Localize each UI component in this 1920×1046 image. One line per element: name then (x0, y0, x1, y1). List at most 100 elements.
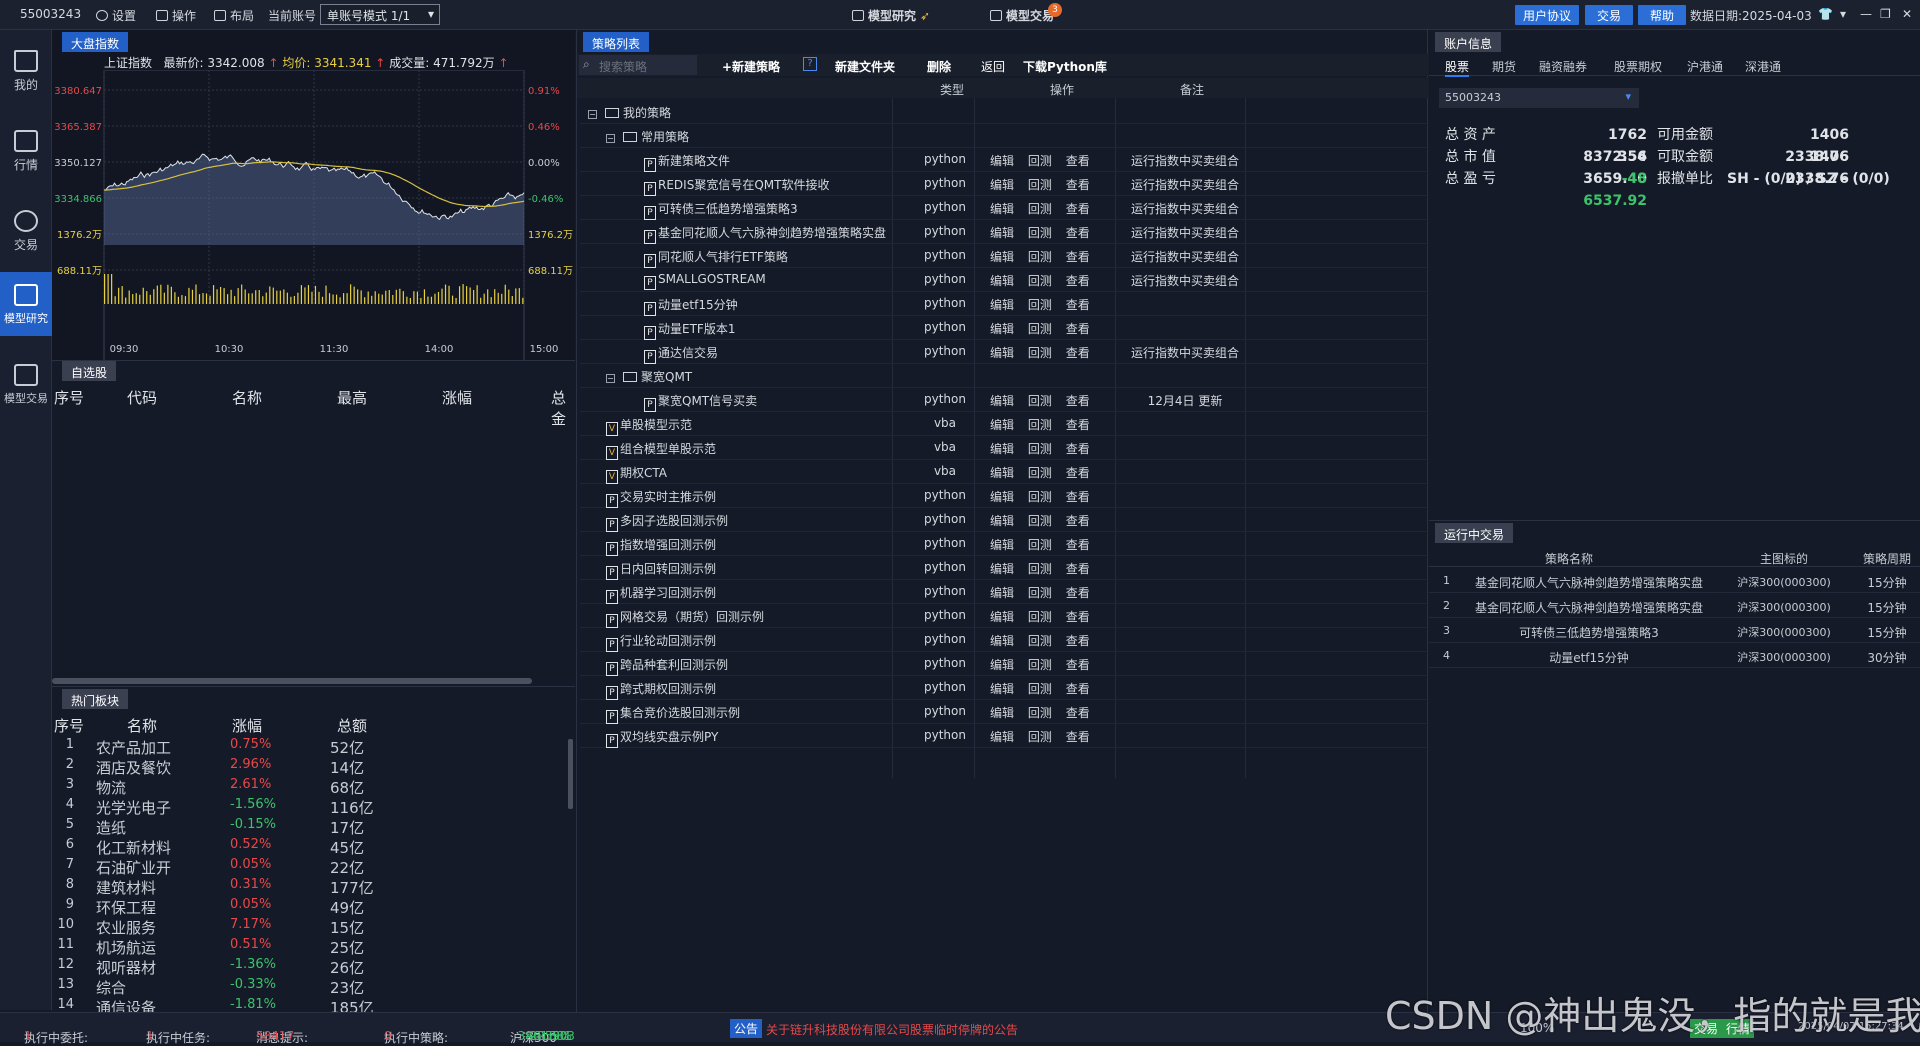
tab-watchlist[interactable]: 自选股 (62, 361, 117, 381)
view-button[interactable]: 查看 (1066, 730, 1090, 744)
hot-sector-row[interactable]: 7 石油矿业开 0.05% 22亿 (52, 857, 572, 877)
edit-button[interactable]: 编辑 (990, 346, 1014, 360)
strategy-row[interactable]: P 网格交易（期货）回测示例 python 编辑 回测 查看 (580, 604, 1430, 628)
running-trade-row[interactable]: 1 基金同花顺人气六脉神剑趋势增强策略实盘 沪深300(000300) 15分钟 (1429, 569, 1920, 593)
sidebar-item-trade[interactable]: 交易 (0, 198, 52, 262)
strategy-row[interactable]: P SMALLGOSTREAM python 编辑 回测 查看 运行指数中买卖组合 (580, 268, 1430, 292)
backtest-button[interactable]: 回测 (1028, 250, 1052, 264)
col-high[interactable]: 最高 (337, 387, 367, 408)
view-button[interactable]: 查看 (1066, 202, 1090, 216)
hot-sector-row[interactable]: 14 通信设备 -1.81% 185亿 (52, 997, 572, 1012)
strategy-row[interactable]: P 动量ETF版本1 python 编辑 回测 查看 (580, 316, 1430, 340)
strategy-row[interactable]: P 基金同花顺人气六脉神剑趋势增强策略实盘 python 编辑 回测 查看 运行指数中买… (580, 220, 1430, 244)
edit-button[interactable]: 编辑 (990, 394, 1014, 408)
backtest-button[interactable]: 回测 (1028, 226, 1052, 240)
help-button[interactable]: 帮助 (1638, 5, 1687, 25)
strategy-row[interactable]: P 动量etf15分钟 python 编辑 回测 查看 (580, 292, 1430, 316)
hot-sector-row[interactable]: 9 环保工程 0.05% 49亿 (52, 897, 572, 917)
edit-button[interactable]: 编辑 (990, 682, 1014, 696)
tab-index[interactable]: 大盘指数 (62, 32, 129, 52)
strategy-row[interactable]: P 日内回转回测示例 python 编辑 回测 查看 (580, 556, 1430, 580)
model-research-tab[interactable]: 模型研究 ➶ (852, 7, 930, 24)
backtest-button[interactable]: 回测 (1028, 346, 1052, 360)
edit-button[interactable]: 编辑 (990, 634, 1014, 648)
view-button[interactable]: 查看 (1066, 154, 1090, 168)
col-amount[interactable]: 总金 (551, 387, 575, 429)
sidebar-item-model-trade[interactable]: 模型交易 (0, 352, 52, 416)
help-icon[interactable]: ? (803, 57, 817, 71)
view-button[interactable]: 查看 (1066, 178, 1090, 192)
download-python-button[interactable]: 下载Python库 (1023, 58, 1107, 75)
backtest-button[interactable]: 回测 (1028, 706, 1052, 720)
edit-button[interactable]: 编辑 (990, 274, 1014, 288)
view-button[interactable]: 查看 (1066, 274, 1090, 288)
running-trade-row[interactable]: 4 动量etf15分钟 沪深300(000300) 30分钟 (1429, 644, 1920, 668)
view-button[interactable]: 查看 (1066, 538, 1090, 552)
view-button[interactable]: 查看 (1066, 418, 1090, 432)
strategy-folder[interactable]: − 我的策略 (580, 100, 1430, 124)
edit-button[interactable]: 编辑 (990, 514, 1014, 528)
maximize-icon[interactable]: ❐ (1880, 7, 1891, 21)
backtest-button[interactable]: 回测 (1028, 442, 1052, 456)
edit-button[interactable]: 编辑 (990, 226, 1014, 240)
edit-button[interactable]: 编辑 (990, 490, 1014, 504)
search-input[interactable]: ⌕ 搜索策略 (579, 55, 697, 75)
hot-sector-row[interactable]: 12 视听器材 -1.36% 26亿 (52, 957, 572, 977)
strategy-row[interactable]: P 集合竞价选股回测示例 python 编辑 回测 查看 (580, 700, 1430, 724)
hot-sector-row[interactable]: 8 建筑材料 0.31% 177亿 (52, 877, 572, 897)
col-no[interactable]: 序号 (54, 387, 84, 408)
strategy-row[interactable]: P 跨品种套利回测示例 python 编辑 回测 查看 (580, 652, 1430, 676)
view-button[interactable]: 查看 (1066, 250, 1090, 264)
sidebar-item-model-research[interactable]: 模型研究 (0, 272, 52, 336)
view-button[interactable]: 查看 (1066, 226, 1090, 240)
back-button[interactable]: 返回 (981, 58, 1005, 75)
edit-button[interactable]: 编辑 (990, 538, 1014, 552)
backtest-button[interactable]: 回测 (1028, 274, 1052, 288)
new-folder-button[interactable]: 新建文件夹 (835, 58, 895, 75)
view-button[interactable]: 查看 (1066, 346, 1090, 360)
backtest-button[interactable]: 回测 (1028, 490, 1052, 504)
collapse-toggle-icon[interactable]: − (606, 134, 615, 143)
view-button[interactable]: 查看 (1066, 322, 1090, 336)
view-button[interactable]: 查看 (1066, 610, 1090, 624)
edit-button[interactable]: 编辑 (990, 298, 1014, 312)
subtab-futures[interactable]: 期货 (1492, 58, 1516, 75)
backtest-button[interactable]: 回测 (1028, 682, 1052, 696)
view-button[interactable]: 查看 (1066, 682, 1090, 696)
strategy-row[interactable]: P 新建策略文件 python 编辑 回测 查看 运行指数中买卖组合 (580, 148, 1430, 172)
horizontal-scrollbar[interactable] (52, 678, 532, 684)
shirt-icon[interactable]: 👕 (1818, 7, 1833, 21)
backtest-button[interactable]: 回测 (1028, 298, 1052, 312)
view-button[interactable]: 查看 (1066, 442, 1090, 456)
tab-account-info[interactable]: 账户信息 (1435, 32, 1502, 52)
edit-button[interactable]: 编辑 (990, 322, 1014, 336)
edit-button[interactable]: 编辑 (990, 658, 1014, 672)
strategy-row[interactable]: P 指数增强回测示例 python 编辑 回测 查看 (580, 532, 1430, 556)
backtest-button[interactable]: 回测 (1028, 202, 1052, 216)
col-name[interactable]: 名称 (232, 387, 262, 408)
view-button[interactable]: 查看 (1066, 658, 1090, 672)
hot-sector-row[interactable]: 5 造纸 -0.15% 17亿 (52, 817, 572, 837)
strategy-row[interactable]: P 同花顺人气排行ETF策略 python 编辑 回测 查看 运行指数中买卖组合 (580, 244, 1430, 268)
edit-button[interactable]: 编辑 (990, 178, 1014, 192)
operation-menu[interactable]: 操作 (156, 7, 196, 24)
account-mode-select[interactable]: 单账号模式 1/1 ▾ (320, 4, 440, 25)
layout-menu[interactable]: 布局 (214, 7, 254, 24)
hot-sector-row[interactable]: 13 综合 -0.33% 23亿 (52, 977, 572, 997)
edit-button[interactable]: 编辑 (990, 610, 1014, 624)
backtest-button[interactable]: 回测 (1028, 562, 1052, 576)
edit-button[interactable]: 编辑 (990, 466, 1014, 480)
running-trade-row[interactable]: 2 基金同花顺人气六脉神剑趋势增强策略实盘 沪深300(000300) 15分钟 (1429, 594, 1920, 618)
strategy-row[interactable]: P 通达信交易 python 编辑 回测 查看 运行指数中买卖组合 (580, 340, 1430, 364)
trade-button[interactable]: 交易 (1585, 5, 1634, 25)
backtest-button[interactable]: 回测 (1028, 730, 1052, 744)
edit-button[interactable]: 编辑 (990, 706, 1014, 720)
tab-running-trades[interactable]: 运行中交易 (1435, 523, 1514, 543)
model-trade-tab[interactable]: 模型交易 (990, 7, 1054, 24)
view-button[interactable]: 查看 (1066, 562, 1090, 576)
hot-sector-row[interactable]: 6 化工新材料 0.52% 45亿 (52, 837, 572, 857)
edit-button[interactable]: 编辑 (990, 418, 1014, 432)
sidebar-item-mine[interactable]: 我的 (0, 38, 52, 102)
strategy-row[interactable]: P 行业轮动回测示例 python 编辑 回测 查看 (580, 628, 1430, 652)
subtab-margin[interactable]: 融资融券 (1539, 58, 1587, 75)
